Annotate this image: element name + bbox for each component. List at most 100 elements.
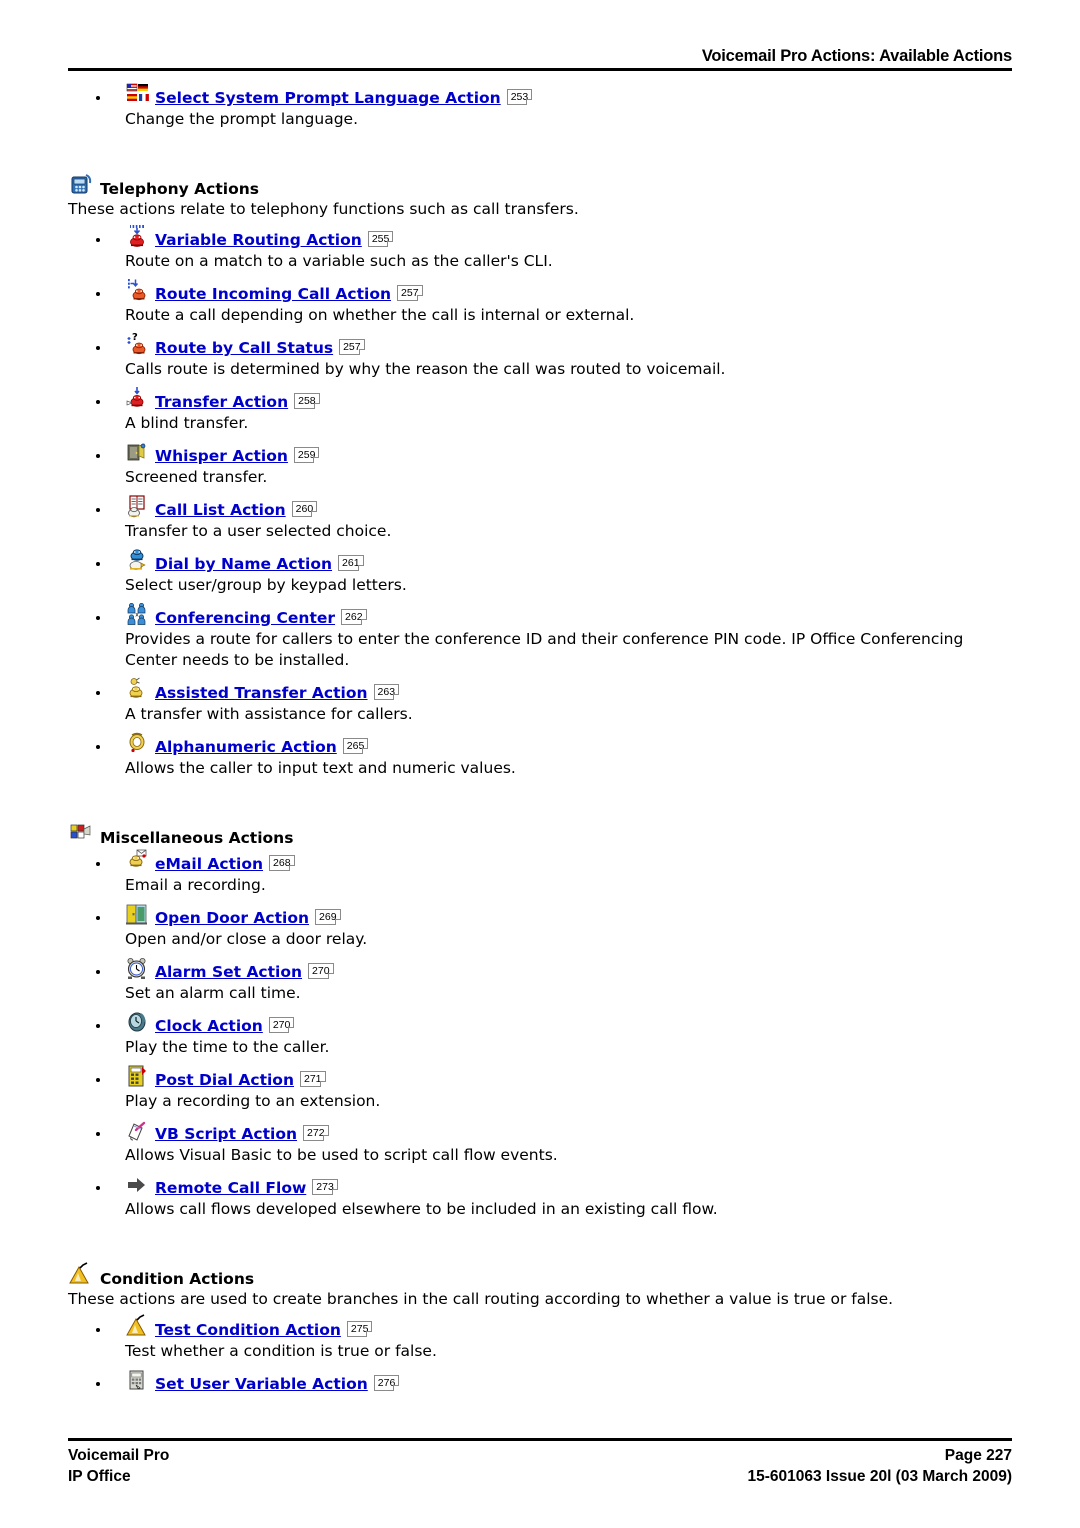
- action-line: Variable Routing Action 255: [125, 224, 1012, 250]
- bullet-marker: [96, 616, 100, 620]
- action-line: Clock Action 270: [125, 1010, 1012, 1036]
- action-link-whisper[interactable]: Whisper Action: [155, 447, 288, 466]
- action-description: Select user/group by keypad letters.: [125, 576, 407, 594]
- remote-call-flow-icon: [125, 1172, 151, 1198]
- page-reference[interactable]: 253: [506, 89, 533, 105]
- page-reference[interactable]: 268: [269, 855, 295, 871]
- bullet-marker: [96, 1328, 100, 1332]
- action-line: Dial by Name Action 261: [125, 548, 1012, 574]
- bullet-marker: [96, 1186, 100, 1190]
- flags-icon: [125, 82, 151, 108]
- action-link-assisted-transfer[interactable]: Assisted Transfer Action: [155, 684, 368, 703]
- action-description: Screened transfer.: [125, 468, 268, 486]
- transfer-icon: [125, 386, 151, 412]
- action-link-clock[interactable]: Clock Action: [155, 1017, 263, 1036]
- list-item: Assisted Transfer Action 263 A transfer …: [68, 677, 1012, 725]
- action-description: Change the prompt language.: [125, 110, 359, 128]
- action-line: Test Condition Action 275: [125, 1314, 1012, 1340]
- bullet-marker: [96, 745, 100, 749]
- group-heading: Telephony Actions: [68, 172, 1012, 198]
- condition-action-list: Test Condition Action 275 Test whether a…: [68, 1314, 1012, 1394]
- page-reference[interactable]: 257: [397, 285, 423, 301]
- action-description: Provides a route for callers to enter th…: [125, 630, 964, 669]
- alarm-set-icon: [125, 956, 151, 982]
- action-link-set-user-variable[interactable]: Set User Variable Action: [155, 1375, 368, 1394]
- variable-routing-icon: [125, 224, 151, 250]
- action-link-dial-by-name[interactable]: Dial by Name Action: [155, 555, 332, 574]
- bullet-marker: [96, 1024, 100, 1028]
- page-reference[interactable]: 262: [341, 609, 367, 625]
- page-reference[interactable]: 270: [268, 1017, 295, 1033]
- list-item: Select System Prompt Language Action 253…: [68, 82, 1012, 130]
- footer-row-2: IP Office 15-601063 Issue 20l (03 March …: [68, 1466, 1012, 1487]
- whisper-icon: [125, 440, 151, 466]
- list-item: Call List Action 260 Transfer to a user …: [68, 494, 1012, 542]
- action-description: Transfer to a user selected choice.: [125, 522, 392, 540]
- list-item: x Conferencing Center 262 Provides a rou…: [68, 602, 1012, 671]
- action-link-email[interactable]: eMail Action: [155, 855, 263, 874]
- page-reference[interactable]: 276: [373, 1375, 400, 1391]
- dial-by-name-icon: [125, 548, 151, 574]
- footer-row-1: Voicemail Pro Page 227: [68, 1445, 1012, 1466]
- page-reference[interactable]: 260: [291, 501, 318, 517]
- list-item: ? Route by Call Status 257 Calls route i…: [68, 332, 1012, 380]
- group-description: These actions are used to create branche…: [68, 1290, 894, 1308]
- page-footer: Voicemail Pro Page 227 IP Office 15-6010…: [68, 1438, 1012, 1487]
- set-user-variable-icon: [125, 1368, 151, 1394]
- page-reference[interactable]: 270: [308, 963, 334, 979]
- action-line: Select System Prompt Language Action 253: [125, 82, 1012, 108]
- page-reference[interactable]: 258: [294, 393, 320, 409]
- action-line: Post Dial Action 271: [125, 1064, 1012, 1090]
- document-page: Voicemail Pro Actions: Available Actions: [0, 0, 1080, 1528]
- page-reference[interactable]: 257: [339, 339, 365, 355]
- post-dial-icon: [125, 1064, 151, 1090]
- list-item: Set User Variable Action 276: [68, 1368, 1012, 1394]
- page-reference[interactable]: 255: [367, 231, 394, 247]
- action-description: Test whether a condition is true or fals…: [125, 1342, 437, 1360]
- action-line: Transfer Action 258: [125, 386, 1012, 412]
- action-link-select-system-prompt-language[interactable]: Select System Prompt Language Action: [155, 89, 501, 108]
- footer-divider: [68, 1438, 1012, 1441]
- list-item: VB Script Action 272 Allows Visual Basic…: [68, 1118, 1012, 1166]
- page-reference[interactable]: 265: [342, 738, 369, 754]
- action-description: Calls route is determined by why the rea…: [125, 360, 726, 378]
- action-link-post-dial[interactable]: Post Dial Action: [155, 1071, 294, 1090]
- action-line: Route Incoming Call Action 257: [125, 278, 1012, 304]
- action-link-vb-script[interactable]: VB Script Action: [155, 1125, 297, 1144]
- bullet-marker: [96, 862, 100, 866]
- page-reference[interactable]: 269: [315, 909, 341, 925]
- list-item: Variable Routing Action 255 Route on a m…: [68, 224, 1012, 272]
- assisted-transfer-icon: [125, 677, 151, 703]
- bullet-marker: [96, 916, 100, 920]
- action-line: VB Script Action 272: [125, 1118, 1012, 1144]
- page-reference[interactable]: 275: [346, 1321, 373, 1337]
- page-reference[interactable]: 259: [293, 447, 320, 463]
- footer-system-name: IP Office: [68, 1468, 131, 1485]
- action-link-test-condition[interactable]: Test Condition Action: [155, 1321, 341, 1340]
- bullet-marker: [96, 1132, 100, 1136]
- page-reference[interactable]: 261: [338, 555, 364, 571]
- action-link-route-by-call-status[interactable]: Route by Call Status: [155, 339, 333, 358]
- svg-text:?: ?: [132, 332, 138, 343]
- page-reference[interactable]: 273: [312, 1179, 338, 1195]
- action-link-variable-routing[interactable]: Variable Routing Action: [155, 231, 362, 250]
- bullet-marker: [96, 292, 100, 296]
- action-description: A transfer with assistance for callers.: [125, 705, 413, 723]
- action-link-alarm-set[interactable]: Alarm Set Action: [155, 963, 302, 982]
- action-link-transfer[interactable]: Transfer Action: [155, 393, 288, 412]
- action-link-route-incoming-call[interactable]: Route Incoming Call Action: [155, 285, 391, 304]
- action-link-conferencing-center[interactable]: Conferencing Center: [155, 609, 335, 628]
- group-heading: Condition Actions: [68, 1262, 1012, 1288]
- action-link-call-list[interactable]: Call List Action: [155, 501, 286, 520]
- list-item: Alphanumeric Action 265 Allows the calle…: [68, 731, 1012, 779]
- page-reference[interactable]: 263: [373, 684, 400, 700]
- list-item: Alarm Set Action 270 Set an alarm call t…: [68, 956, 1012, 1004]
- page-reference[interactable]: 271: [299, 1071, 326, 1087]
- list-item: Route Incoming Call Action 257 Route a c…: [68, 278, 1012, 326]
- page-reference[interactable]: 272: [303, 1125, 329, 1141]
- action-link-open-door[interactable]: Open Door Action: [155, 909, 309, 928]
- action-link-remote-call-flow[interactable]: Remote Call Flow: [155, 1179, 306, 1198]
- page-header: Voicemail Pro Actions: Available Actions: [68, 46, 1012, 71]
- action-link-alphanumeric[interactable]: Alphanumeric Action: [155, 738, 337, 757]
